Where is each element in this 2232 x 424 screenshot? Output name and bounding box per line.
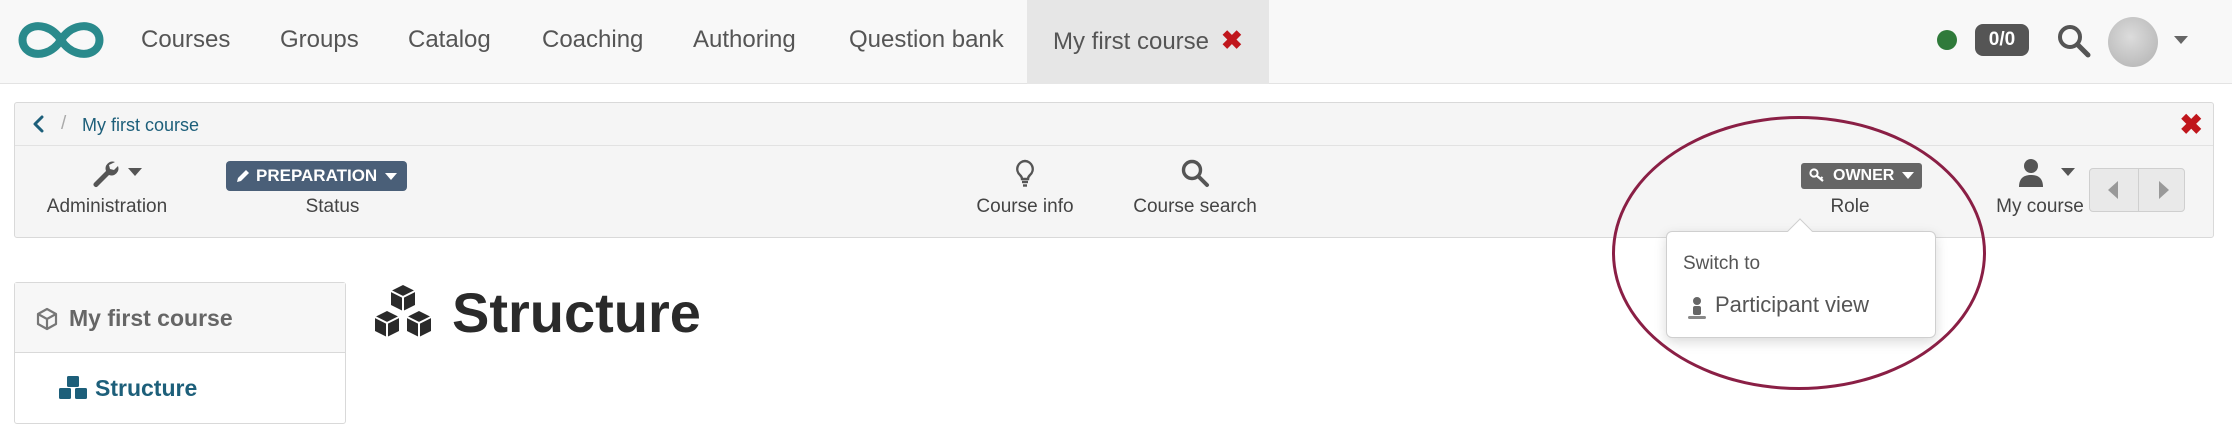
role-label: Role <box>1830 196 1870 217</box>
my-course-tool[interactable]: My course <box>1975 146 2105 238</box>
switch-to-header: Switch to <box>1683 253 1761 274</box>
wrench-icon <box>93 161 119 187</box>
course-search-label: Course search <box>1133 196 1257 217</box>
menu-item-label: Structure <box>95 375 198 401</box>
user-avatar[interactable] <box>2108 17 2158 67</box>
close-course-icon[interactable]: ✖ <box>2180 111 2203 139</box>
breadcrumb-separator: / <box>61 113 67 134</box>
participant-icon <box>1688 297 1706 319</box>
nav-courses[interactable]: Courses <box>141 0 230 84</box>
pencil-icon <box>237 170 249 182</box>
role-switch-popover: Switch to Participant view <box>1666 218 1936 338</box>
key-icon <box>1809 168 1824 182</box>
cubes-icon <box>59 376 87 399</box>
user-menu-caret-icon[interactable] <box>2174 36 2188 44</box>
role-caret-icon <box>1902 172 1915 180</box>
nav-catalog[interactable]: Catalog <box>408 0 491 84</box>
course-search-tool[interactable]: Course search <box>1115 146 1275 238</box>
menu-item-structure[interactable]: Structure <box>15 353 345 423</box>
nav-authoring[interactable]: Authoring <box>693 0 796 84</box>
administration-tool[interactable]: Administration <box>17 146 197 238</box>
magnifier-icon <box>1181 159 1209 187</box>
cube-icon <box>36 307 58 331</box>
menu-root-label: My first course <box>69 305 233 331</box>
status-badge-text: PREPARATION <box>256 166 378 185</box>
breadcrumb-current[interactable]: My first course <box>82 115 199 136</box>
cubes-icon <box>374 285 432 337</box>
status-label: Status <box>305 196 360 217</box>
online-status-icon <box>1937 30 1957 50</box>
status-badge-preparation[interactable]: PREPARATION <box>226 161 408 191</box>
lightbulb-icon <box>1016 159 1034 187</box>
participant-view-label: Participant view <box>1715 292 1870 317</box>
course-pager <box>2089 168 2185 212</box>
search-icon[interactable] <box>2056 23 2092 59</box>
breadcrumb: / My first course ✖ <box>15 103 2213 146</box>
status-caret-icon <box>385 173 398 181</box>
administration-caret-icon <box>128 168 142 176</box>
participant-view-option[interactable]: Participant view <box>1679 290 1919 324</box>
nav-groups[interactable]: Groups <box>280 0 359 84</box>
my-course-caret-icon <box>2061 168 2075 176</box>
nav-question-bank[interactable]: Question bank <box>849 0 1004 84</box>
close-tab-icon[interactable]: ✖ <box>1221 25 1243 55</box>
tab-label: My first course <box>1053 28 1210 55</box>
role-badge-owner[interactable]: OWNER <box>1801 163 1923 189</box>
role-badge-text: OWNER <box>1833 167 1895 184</box>
page-title: Structure <box>452 281 701 344</box>
menu-root-item[interactable]: My first course <box>15 283 345 353</box>
course-menu: My first course Structure <box>14 282 346 424</box>
nav-coaching[interactable]: Coaching <box>542 0 643 84</box>
score-badge[interactable]: 0/0 <box>1975 24 2029 56</box>
course-info-tool[interactable]: Course info <box>967 146 1083 238</box>
user-icon <box>2019 159 2043 187</box>
next-button[interactable] <box>2138 169 2186 211</box>
status-tool[interactable]: Status <box>215 146 450 238</box>
previous-button[interactable] <box>2090 169 2138 211</box>
top-navigation: Courses Groups Catalog Coaching Authorin… <box>0 0 2232 84</box>
administration-label: Administration <box>46 196 168 217</box>
course-info-label: Course info <box>976 196 1074 217</box>
triangle-right-icon <box>2159 181 2169 199</box>
tab-my-first-course[interactable]: My first course ✖ <box>1027 0 1269 84</box>
my-course-label: My course <box>1996 196 2084 217</box>
chevron-left-icon[interactable] <box>29 114 49 134</box>
infinity-logo-icon[interactable] <box>16 18 106 62</box>
triangle-left-icon <box>2108 181 2118 199</box>
